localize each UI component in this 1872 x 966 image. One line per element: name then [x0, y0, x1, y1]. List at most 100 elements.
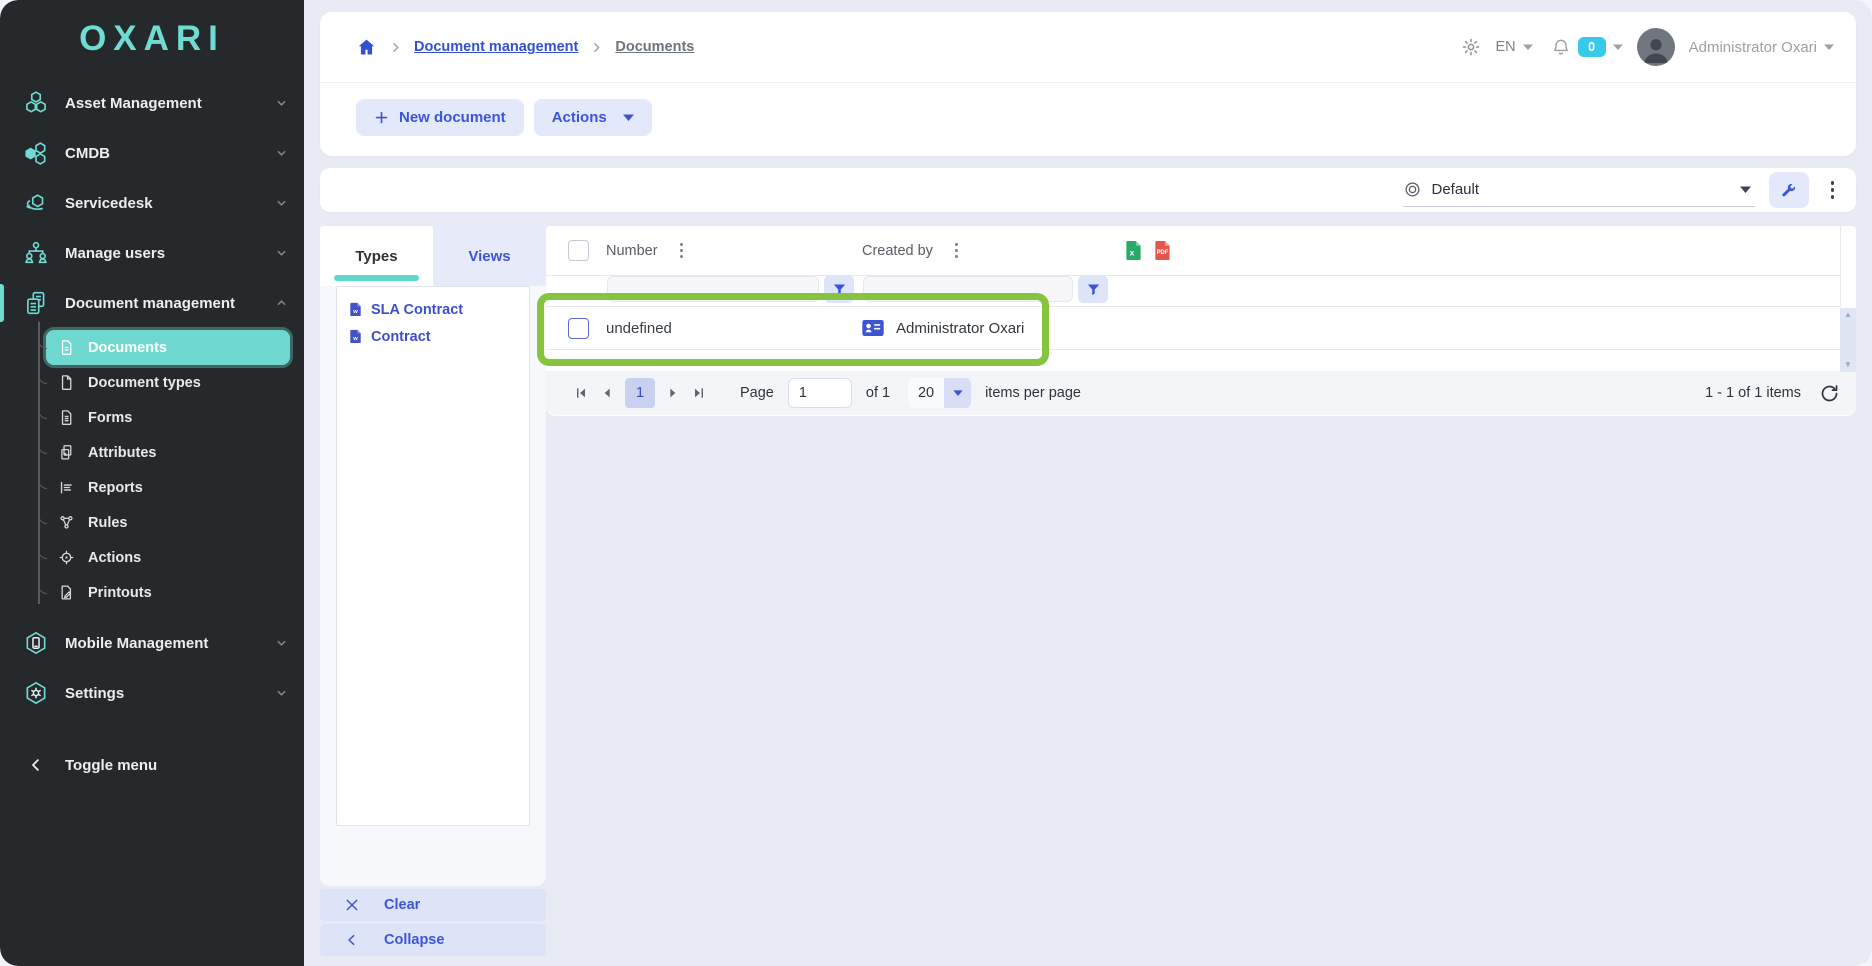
sidebar-item-attributes[interactable]: Attributes — [46, 435, 290, 470]
toggle-menu-button[interactable]: Toggle menu — [0, 740, 304, 790]
documents-icon — [57, 339, 75, 357]
sidebar-item-label: Servicedesk — [65, 195, 153, 212]
view-select[interactable]: Default — [1403, 173, 1755, 207]
refresh-icon[interactable] — [1819, 383, 1840, 404]
grid-filter-row — [546, 276, 1856, 307]
sidebar-item-forms[interactable]: Forms — [46, 400, 290, 435]
document-management-icon — [22, 290, 49, 317]
notification-badge: 0 — [1578, 37, 1606, 57]
actions-button[interactable]: Actions — [534, 99, 652, 136]
chevron-down-icon[interactable] — [1824, 44, 1834, 50]
types-panel-body: w SLA Contract w Contract — [320, 286, 546, 886]
gear-icon[interactable] — [1461, 37, 1481, 57]
caret-down-icon — [623, 114, 634, 121]
types-list: w SLA Contract w Contract — [336, 286, 530, 826]
sidebar-item-cmdb[interactable]: CMDB — [0, 128, 304, 178]
sidebar-subitem-label: Printouts — [88, 585, 152, 601]
sidebar-item-asset-management[interactable]: Asset Management — [0, 78, 304, 128]
chevron-up-icon — [277, 300, 286, 306]
type-item-label: SLA Contract — [371, 302, 463, 318]
settings-icon — [22, 680, 49, 707]
collapse-button[interactable]: Collapse — [320, 924, 546, 956]
sidebar-item-label: Manage users — [65, 245, 165, 262]
previous-page-button[interactable] — [594, 380, 620, 406]
column-header-number[interactable]: Number — [606, 238, 862, 263]
created-by-filter-input[interactable] — [863, 276, 1073, 302]
view-toolbar: Default — [320, 168, 1856, 212]
sidebar-item-actions[interactable]: Actions — [46, 540, 290, 575]
number-filter-input[interactable] — [607, 276, 819, 302]
tab-views[interactable]: Views — [433, 226, 546, 286]
chevron-down-icon[interactable] — [1613, 44, 1623, 50]
forms-icon — [57, 409, 75, 427]
column-header-created-by[interactable]: Created by — [862, 238, 1118, 263]
user-name[interactable]: Administrator Oxari — [1689, 39, 1817, 56]
table-row[interactable]: undefined Administrator Oxari — [546, 307, 1856, 350]
page-size-select[interactable]: 20 — [908, 378, 971, 408]
type-item-sla-contract[interactable]: w SLA Contract — [337, 296, 529, 323]
sidebar-item-label: CMDB — [65, 145, 110, 162]
scroll-down-icon[interactable]: ▼ — [1844, 361, 1852, 369]
caret-down-icon — [944, 378, 971, 408]
mobile-management-icon — [22, 630, 49, 657]
last-page-button[interactable] — [686, 380, 712, 406]
sidebar-item-documents[interactable]: Documents — [46, 330, 290, 365]
grid-empty-space — [546, 350, 1856, 371]
sidebar-item-printouts[interactable]: Printouts — [46, 575, 290, 610]
chevron-down-icon[interactable] — [1523, 44, 1533, 50]
svg-text:PDF: PDF — [1157, 250, 1169, 256]
sidebar-item-label: Mobile Management — [65, 635, 208, 652]
main-area: Document management Documents EN 0 — [304, 0, 1872, 966]
chevron-left-icon — [22, 752, 49, 779]
sidebar-item-manage-users[interactable]: Manage users — [0, 228, 304, 278]
sidebar-item-settings[interactable]: Settings — [0, 668, 304, 718]
sidebar-subitem-label: Rules — [88, 515, 128, 531]
chevron-down-icon — [277, 200, 286, 206]
sidebar-item-mobile-management[interactable]: Mobile Management — [0, 618, 304, 668]
number-filter-button[interactable] — [824, 275, 854, 303]
new-document-button[interactable]: New document — [356, 99, 524, 136]
row-checkbox[interactable] — [568, 318, 589, 339]
first-page-button[interactable] — [568, 380, 594, 406]
language-selector[interactable]: EN — [1495, 39, 1515, 55]
close-icon — [344, 897, 360, 913]
avatar[interactable] — [1637, 28, 1675, 66]
grid-pager: 1 Page of 1 20 items per page — [546, 371, 1856, 415]
page-number-button[interactable]: 1 — [625, 378, 655, 408]
view-default-icon — [1403, 180, 1422, 199]
column-menu-icon[interactable] — [672, 238, 691, 263]
column-menu-icon[interactable] — [947, 238, 966, 263]
scroll-up-icon[interactable]: ▲ — [1844, 311, 1852, 319]
type-item-contract[interactable]: w Contract — [337, 323, 529, 350]
oxari-logo: OXARI — [0, 0, 304, 78]
vertical-scrollbar[interactable]: ▲ ▼ — [1840, 308, 1856, 372]
breadcrumb-current-documents[interactable]: Documents — [615, 39, 694, 55]
asset-management-icon — [22, 90, 49, 117]
sidebar-item-document-types[interactable]: Document types — [46, 365, 290, 400]
export-pdf-icon[interactable]: PDF — [1153, 240, 1172, 261]
chevron-down-icon — [277, 150, 286, 156]
breadcrumb-link-document-management[interactable]: Document management — [414, 39, 578, 55]
tab-types[interactable]: Types — [320, 226, 433, 286]
header-card: Document management Documents EN 0 — [320, 12, 1856, 156]
clear-button[interactable]: Clear — [320, 889, 546, 921]
grid-header-row: Number Created by x PDF — [546, 226, 1856, 276]
grid-settings-button[interactable] — [1769, 172, 1809, 208]
plus-icon — [374, 110, 389, 125]
sidebar-item-reports[interactable]: Reports — [46, 470, 290, 505]
sidebar-item-servicedesk[interactable]: Servicedesk — [0, 178, 304, 228]
created-by-filter-button[interactable] — [1078, 275, 1108, 303]
sidebar-item-label: Settings — [65, 685, 124, 702]
more-options-button[interactable] — [1823, 175, 1843, 204]
bell-icon[interactable] — [1551, 37, 1571, 57]
page-number-input[interactable] — [788, 378, 852, 408]
sidebar-subitem-label: Document types — [88, 375, 201, 391]
chevron-down-icon — [277, 690, 286, 696]
chevron-left-icon — [344, 932, 360, 948]
sidebar-item-rules[interactable]: Rules — [46, 505, 290, 540]
export-excel-icon[interactable]: x — [1124, 240, 1143, 261]
home-icon[interactable] — [356, 37, 377, 58]
document-management-submenu: Documents Document types Forms Attribute… — [0, 328, 304, 618]
next-page-button[interactable] — [660, 380, 686, 406]
select-all-checkbox[interactable] — [568, 240, 589, 261]
